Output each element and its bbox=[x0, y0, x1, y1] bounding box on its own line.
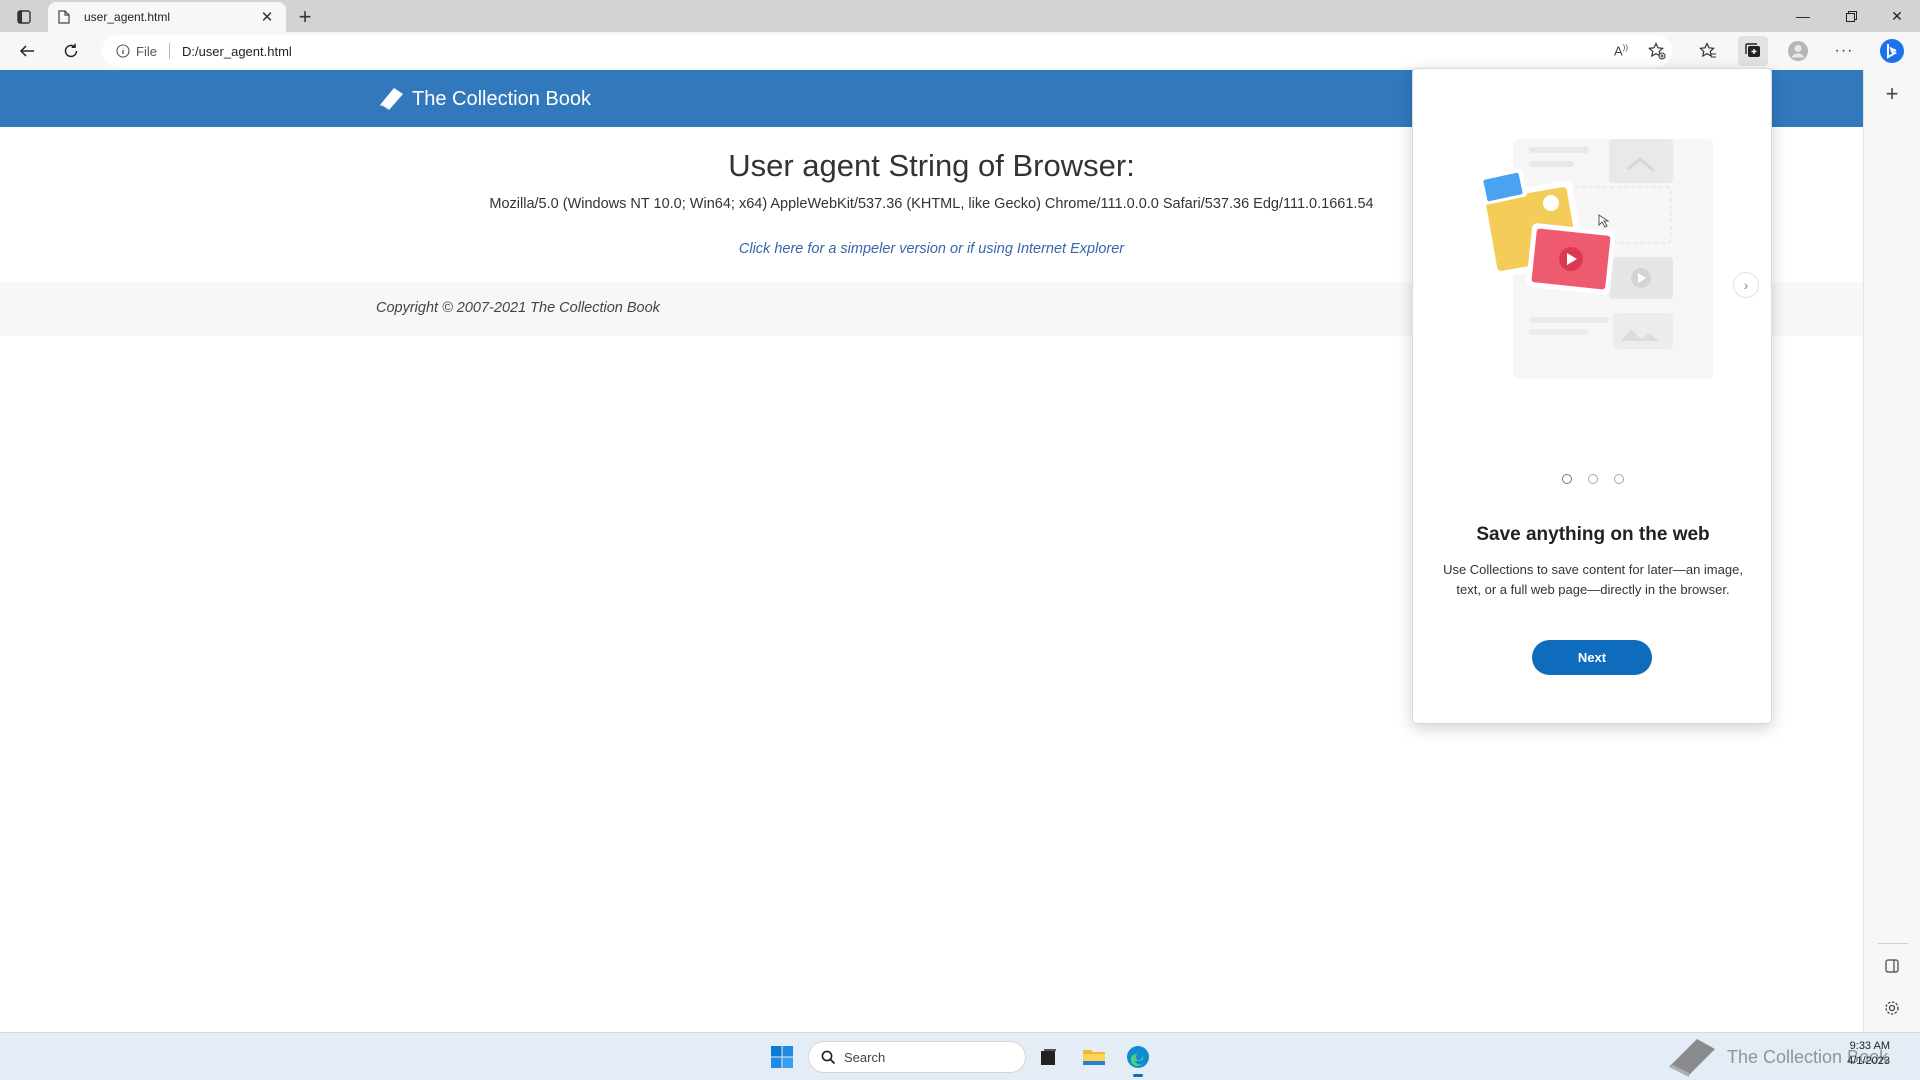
more-icon[interactable]: ··· bbox=[1829, 36, 1859, 66]
sidebar-divider bbox=[1878, 943, 1908, 944]
read-aloud-icon[interactable]: A)) bbox=[1606, 36, 1636, 66]
search-icon bbox=[821, 1050, 836, 1064]
tab-actions-icon[interactable] bbox=[10, 6, 38, 28]
next-button[interactable]: Next bbox=[1532, 640, 1652, 675]
edge-taskbar-icon[interactable] bbox=[1124, 1043, 1152, 1077]
carousel-dot-1[interactable] bbox=[1562, 474, 1572, 484]
address-scheme-label: File bbox=[136, 43, 157, 59]
edge-sidebar: + bbox=[1863, 70, 1920, 1032]
collections-icon[interactable] bbox=[1738, 36, 1768, 66]
clock-time: 9:33 AM bbox=[1849, 1040, 1890, 1052]
copyright-text: Copyright © 2007-2021 The Collection Boo… bbox=[376, 300, 660, 316]
profile-icon[interactable] bbox=[1783, 36, 1813, 66]
book-icon bbox=[380, 88, 403, 112]
browser-toolbar: File D:/user_agent.html A)) ··· bbox=[0, 32, 1920, 70]
brand-name: The Collection Book bbox=[412, 87, 591, 110]
site-info[interactable]: File bbox=[116, 44, 157, 59]
flyout-description: Use Collections to save content for late… bbox=[1443, 562, 1743, 597]
clock-date: 4/1/2023 bbox=[1847, 1055, 1890, 1067]
page-icon bbox=[58, 9, 74, 25]
collections-illustration bbox=[1479, 139, 1713, 379]
plus-icon[interactable]: + bbox=[292, 4, 318, 30]
book-watermark-icon bbox=[1669, 1039, 1715, 1077]
taskbar: Search The Collection Book 9:33 AM 4/1/2… bbox=[0, 1032, 1920, 1080]
address-bar[interactable]: File D:/user_agent.html bbox=[102, 35, 1672, 67]
info-icon bbox=[116, 44, 130, 58]
sidebar-settings-icon[interactable] bbox=[1878, 994, 1906, 1022]
tab-title: user_agent.html bbox=[84, 10, 171, 24]
windows-start-icon[interactable] bbox=[770, 1045, 794, 1069]
carousel-dot-2[interactable] bbox=[1588, 474, 1598, 484]
file-explorer-icon[interactable] bbox=[1080, 1043, 1108, 1071]
bing-icon[interactable] bbox=[1877, 36, 1907, 66]
tab-strip: user_agent.html ✕ + — ✕ bbox=[0, 0, 1920, 32]
task-view-icon[interactable] bbox=[1034, 1043, 1062, 1071]
hide-sidebar-icon[interactable] bbox=[1878, 952, 1906, 980]
browser-tab[interactable]: user_agent.html ✕ bbox=[48, 2, 286, 32]
add-sidebar-app-icon[interactable]: + bbox=[1878, 80, 1906, 108]
flyout-title: Save anything on the web bbox=[1476, 524, 1710, 545]
taskbar-clock[interactable]: 9:33 AM 4/1/2023 bbox=[1820, 1039, 1890, 1069]
minimize-icon[interactable]: — bbox=[1780, 0, 1826, 32]
close-icon[interactable]: ✕ bbox=[258, 8, 276, 26]
simple-version-link-text[interactable]: Click here for a simpeler version or if … bbox=[739, 241, 1124, 257]
carousel-next-icon[interactable]: › bbox=[1733, 272, 1759, 298]
back-arrow-icon[interactable] bbox=[12, 36, 42, 66]
star-add-icon[interactable] bbox=[1642, 36, 1672, 66]
favorites-icon[interactable] bbox=[1693, 36, 1723, 66]
taskbar-search[interactable]: Search bbox=[808, 1041, 1026, 1073]
address-separator bbox=[168, 43, 170, 59]
refresh-icon[interactable] bbox=[56, 36, 86, 66]
site-brand[interactable]: The Collection Book bbox=[376, 82, 591, 116]
carousel-dot-3[interactable] bbox=[1614, 474, 1624, 484]
carousel-dots bbox=[1413, 474, 1773, 484]
window-close-icon[interactable]: ✕ bbox=[1874, 0, 1920, 32]
collections-flyout: › Save anything on the web Use Collectio… bbox=[1412, 68, 1772, 724]
taskbar-search-text: Search bbox=[844, 1049, 886, 1065]
address-url[interactable]: D:/user_agent.html bbox=[182, 44, 292, 59]
restore-icon[interactable] bbox=[1828, 0, 1874, 32]
